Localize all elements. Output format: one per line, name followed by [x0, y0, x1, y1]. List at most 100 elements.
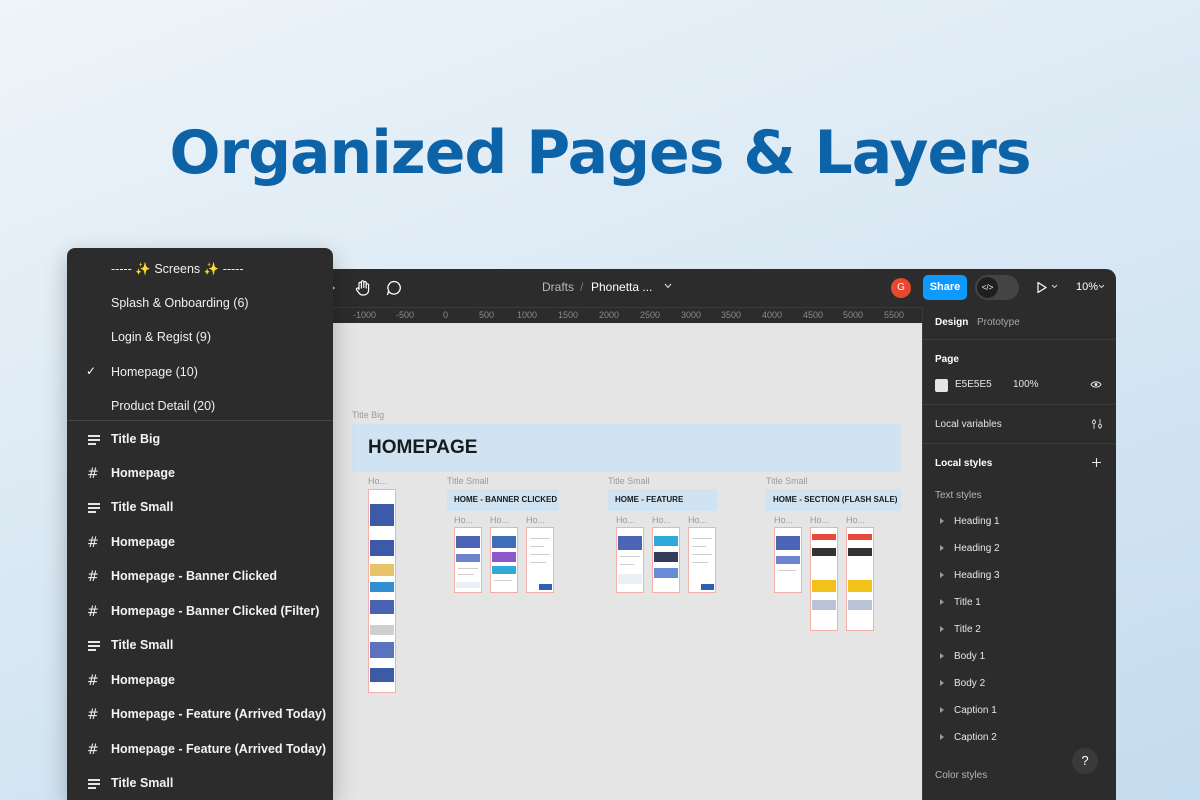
screen-label[interactable]: Ho... — [616, 515, 635, 525]
hand-tool-icon[interactable] — [353, 278, 373, 298]
layer-label: Title Small — [111, 500, 174, 514]
ruler-tick: 0 — [443, 310, 449, 320]
text-style-body-2[interactable]: Body 2 — [935, 678, 985, 689]
divider — [923, 404, 1116, 405]
zoom-level[interactable]: 10% — [1076, 281, 1098, 293]
page-product-detail[interactable]: Product Detail (20) — [111, 399, 215, 413]
page-homepage[interactable]: Homepage (10) — [111, 365, 198, 379]
layer-title-big[interactable]: Title Big — [67, 432, 333, 462]
screen-label[interactable]: Ho... — [454, 515, 473, 525]
text-style-caption-2[interactable]: Caption 2 — [935, 732, 997, 743]
layer-label: Homepage - Feature (Arrived Today) — [111, 707, 327, 721]
text-style-body-1[interactable]: Body 1 — [935, 651, 985, 662]
screen-label[interactable]: Ho... — [368, 476, 387, 486]
section-title-flash-sale[interactable]: HOME - SECTION (FLASH SALE) — [766, 489, 901, 511]
text-style-title-2[interactable]: Title 2 — [935, 624, 981, 635]
layer-homepage[interactable]: # Homepage — [67, 535, 333, 565]
section-title-feature[interactable]: HOME - FEATURE — [608, 489, 717, 511]
screen-label[interactable]: Ho... — [526, 515, 545, 525]
screen-label[interactable]: Ho... — [810, 515, 829, 525]
screen-label[interactable]: Ho... — [688, 515, 707, 525]
layer-homepage[interactable]: # Homepage — [67, 673, 333, 703]
text-style-caption-1[interactable]: Caption 1 — [935, 705, 997, 716]
layer-title-small[interactable]: Title Small — [67, 638, 333, 668]
frame-icon: # — [87, 569, 99, 585]
screen-label[interactable]: Ho... — [846, 515, 865, 525]
title-big-label[interactable]: Title Big — [352, 410, 384, 420]
design-canvas[interactable]: Title Big HOMEPAGE Ho... Title Small HOM… — [320, 323, 922, 800]
page-section-divider[interactable]: ----- ✨ Screens ✨ ----- — [111, 262, 244, 277]
page-login-regist[interactable]: Login & Regist (9) — [111, 330, 211, 344]
chevron-down-icon[interactable] — [664, 283, 672, 289]
title-small-label[interactable]: Title Small — [766, 476, 808, 486]
homepage-flash-sale-screen[interactable] — [774, 527, 802, 593]
page-opacity-value[interactable]: 100% — [1013, 379, 1039, 390]
page-color-swatch[interactable] — [935, 379, 948, 392]
ruler-tick: -1000 — [353, 310, 377, 320]
plus-icon[interactable] — [1091, 457, 1102, 468]
layer-label: Title Big — [111, 432, 161, 446]
divider — [923, 339, 1116, 340]
text-style-heading-2[interactable]: Heading 2 — [935, 543, 1000, 554]
local-variables[interactable]: Local variables — [935, 419, 1002, 430]
layer-homepage-feature-arrived-today[interactable]: # Homepage - Feature (Arrived Today) — [67, 742, 333, 772]
layer-label: Homepage - Banner Clicked (Filter) — [111, 604, 320, 618]
homepage-banner-screen[interactable] — [490, 527, 518, 593]
layer-homepage[interactable]: # Homepage — [67, 466, 333, 496]
local-styles-heading: Local styles — [935, 458, 993, 469]
text-icon — [88, 435, 100, 445]
comment-icon[interactable] — [384, 278, 404, 298]
ruler-tick: 500 — [479, 310, 495, 320]
homepage-flash-sale-screen[interactable] — [810, 527, 838, 631]
layer-homepage-banner-clicked[interactable]: # Homepage - Banner Clicked — [67, 569, 333, 599]
title-big-text: HOMEPAGE — [368, 437, 478, 458]
homepage-feature-screen[interactable] — [652, 527, 680, 593]
homepage-feature-screen[interactable] — [616, 527, 644, 593]
text-style-heading-1[interactable]: Heading 1 — [935, 516, 1000, 527]
text-style-title-1[interactable]: Title 1 — [935, 597, 981, 608]
layer-label: Homepage — [111, 535, 175, 549]
ruler-tick: 3500 — [721, 310, 742, 320]
screen-label[interactable]: Ho... — [490, 515, 509, 525]
style-label: Heading 1 — [954, 516, 1000, 527]
page-color-value[interactable]: E5E5E5 — [955, 379, 992, 390]
play-icon[interactable] — [1036, 281, 1048, 294]
avatar[interactable]: G — [891, 278, 911, 298]
share-button[interactable]: Share — [923, 275, 967, 300]
homepage-flash-sale-screen[interactable] — [846, 527, 874, 631]
play-menu-chevron-icon[interactable] — [1051, 284, 1058, 289]
ruler-tick: 2000 — [599, 310, 620, 320]
homepage-banner-filter-screen[interactable] — [526, 527, 554, 593]
screen-label[interactable]: Ho... — [774, 515, 793, 525]
text-style-heading-3[interactable]: Heading 3 — [935, 570, 1000, 581]
zoom-chevron-icon[interactable] — [1098, 284, 1105, 289]
homepage-screen[interactable] — [368, 489, 396, 693]
layer-homepage-banner-clicked-filter[interactable]: # Homepage - Banner Clicked (Filter) — [67, 604, 333, 634]
tab-design[interactable]: Design — [935, 317, 968, 328]
caret-right-icon — [940, 680, 944, 687]
eye-icon[interactable] — [1090, 380, 1102, 389]
title-big-frame[interactable]: HOMEPAGE — [352, 424, 901, 472]
homepage-banner-screen[interactable] — [454, 527, 482, 593]
page-splash-onboarding[interactable]: Splash & Onboarding (6) — [111, 296, 249, 310]
title-small-label[interactable]: Title Small — [447, 476, 489, 486]
layer-title-small[interactable]: Title Small — [67, 500, 333, 530]
breadcrumb-drafts[interactable]: Drafts — [542, 280, 574, 294]
dev-mode-toggle[interactable]: </> — [975, 275, 1019, 300]
style-label: Caption 1 — [954, 705, 997, 716]
layer-homepage-feature-arrived-today[interactable]: # Homepage - Feature (Arrived Today) — [67, 707, 333, 737]
caret-right-icon — [940, 518, 944, 525]
frame-icon: # — [87, 466, 99, 482]
section-title-banner-clicked[interactable]: HOME - BANNER CLICKED — [447, 489, 559, 511]
caret-right-icon — [940, 572, 944, 579]
style-label: Title 1 — [954, 597, 981, 608]
help-icon[interactable]: ? — [1072, 748, 1098, 774]
layer-label: Homepage - Feature (Arrived Today) — [111, 742, 327, 756]
homepage-feature-screen[interactable] — [688, 527, 716, 593]
screen-label[interactable]: Ho... — [652, 515, 671, 525]
layer-title-small[interactable]: Title Small — [67, 776, 333, 800]
variables-icon[interactable] — [1091, 418, 1103, 430]
tab-prototype[interactable]: Prototype — [977, 317, 1020, 328]
file-name[interactable]: Phonetta ... — [591, 280, 652, 294]
title-small-label[interactable]: Title Small — [608, 476, 650, 486]
